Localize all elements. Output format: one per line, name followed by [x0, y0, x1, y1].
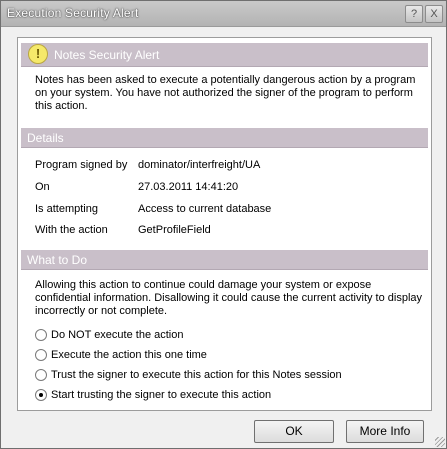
detail-value-on: 27.03.2011 14:41:20 [138, 181, 239, 193]
detail-label-on: On [35, 181, 50, 193]
resize-grip-icon[interactable] [435, 437, 445, 447]
help-button[interactable]: ? [405, 5, 423, 23]
option-label[interactable]: Execute the action this one time [51, 349, 207, 361]
detail-label-with-the-action: With the action [35, 224, 108, 236]
detail-value-program-signed-by: dominator/interfreight/UA [138, 159, 261, 171]
alert-title: Notes Security Alert [54, 48, 160, 62]
what-to-do-header: What to Do [21, 250, 428, 270]
ok-button[interactable]: OK [254, 420, 334, 443]
title-bar[interactable]: Execution Security Alert ? X [1, 1, 446, 27]
detail-value-is-attempting: Access to current database [138, 203, 272, 215]
close-button[interactable]: X [425, 5, 443, 23]
radio-button[interactable] [35, 329, 47, 341]
what-to-do-heading: What to Do [27, 253, 88, 267]
radio-button[interactable] [35, 349, 47, 361]
radio-button[interactable] [35, 369, 47, 381]
detail-value-with-the-action: GetProfileField [138, 224, 211, 236]
radio-button-selected[interactable] [35, 389, 47, 401]
option-label[interactable]: Do NOT execute the action [51, 329, 183, 341]
more-info-button[interactable]: More Info [346, 420, 424, 443]
alert-message: Notes has been asked to execute a potent… [35, 74, 416, 112]
detail-label-is-attempting: Is attempting [35, 203, 98, 215]
content-panel: ! Notes Security Alert Notes has been as… [17, 37, 432, 411]
what-to-do-message: Allowing this action to continue could d… [35, 279, 423, 317]
warning-icon: ! [28, 44, 48, 64]
option-label[interactable]: Trust the signer to execute this action … [51, 369, 342, 381]
execution-security-alert-dialog: Execution Security Alert ? X ! Notes Sec… [0, 0, 447, 449]
alert-header: ! Notes Security Alert [21, 43, 428, 67]
window-title: Execution Security Alert [7, 6, 139, 20]
detail-label-program-signed-by: Program signed by [35, 159, 128, 171]
details-header: Details [21, 128, 428, 148]
details-heading: Details [27, 131, 64, 145]
option-label[interactable]: Start trusting the signer to execute thi… [51, 389, 271, 401]
